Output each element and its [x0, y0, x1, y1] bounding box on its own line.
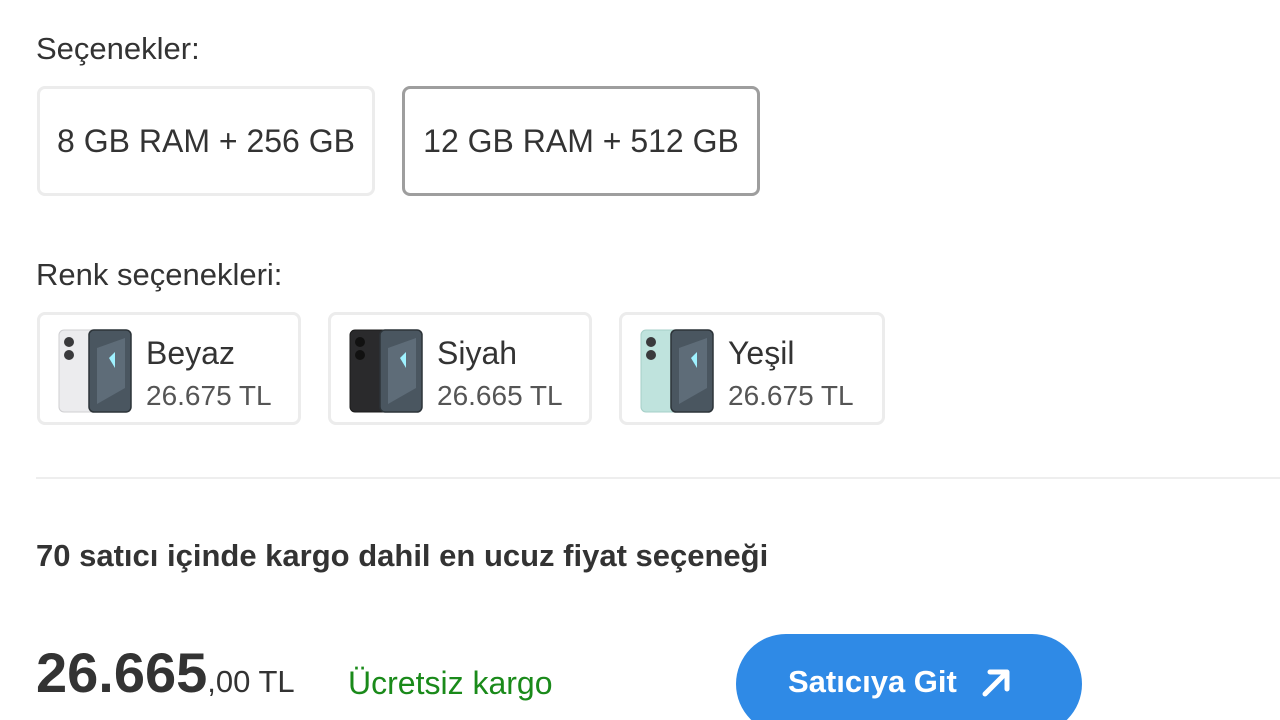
color-name: Yeşil — [728, 335, 795, 371]
color-price: 26.665 TL — [437, 380, 563, 411]
phone-green-thumbnail — [640, 329, 714, 413]
go-to-seller-label: Satıcıya Git — [788, 664, 957, 699]
arrow-up-right-icon — [982, 669, 1010, 697]
section-divider — [36, 477, 1280, 479]
phone-white-thumbnail — [58, 329, 132, 413]
color-card-siyah[interactable]: Siyah 26.665 TL — [328, 312, 592, 425]
color-price: 26.675 TL — [728, 380, 854, 411]
options-label: Seçenekler: — [36, 31, 200, 66]
color-card-beyaz[interactable]: Beyaz 26.675 TL — [37, 312, 301, 425]
go-to-seller-button[interactable]: Satıcıya Git — [736, 634, 1082, 720]
phone-black-thumbnail — [349, 329, 423, 413]
color-name: Siyah — [437, 335, 518, 371]
price-integer: 26.665 — [36, 641, 208, 704]
color-options-label: Renk seçenekleri: — [36, 257, 283, 292]
product-options-page: Seçenekler: 8 GB RAM + 256 GB 12 GB RAM … — [0, 0, 1280, 720]
color-name: Beyaz — [146, 335, 235, 371]
color-price: 26.675 TL — [146, 380, 272, 411]
free-shipping-label: Ücretsiz kargo — [348, 665, 553, 701]
cheapest-offer-title: 70 satıcı içinde kargo dahil en ucuz fiy… — [36, 538, 769, 573]
price-decimal: ,00 — [207, 664, 251, 699]
option-8gb-256gb[interactable]: 8 GB RAM + 256 GB — [37, 86, 375, 196]
color-card-yesil[interactable]: Yeşil 26.675 TL — [619, 312, 885, 425]
price: 26.665,00 TL — [36, 645, 295, 701]
option-12gb-512gb-selected[interactable]: 12 GB RAM + 512 GB — [402, 86, 760, 196]
price-currency: TL — [250, 664, 295, 699]
